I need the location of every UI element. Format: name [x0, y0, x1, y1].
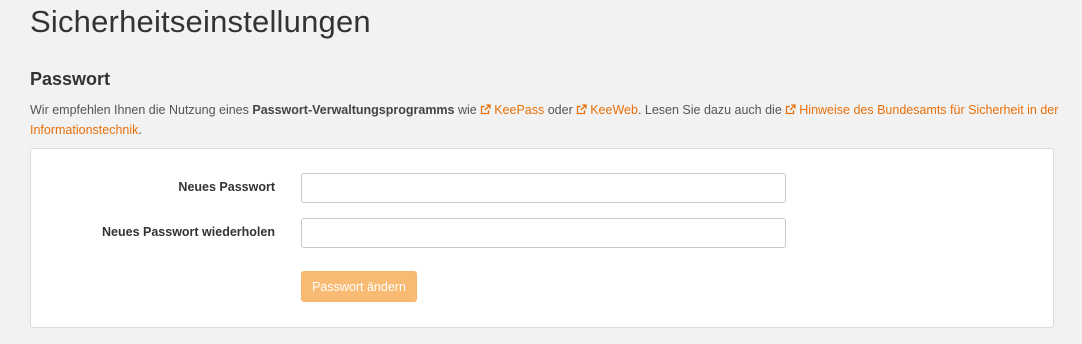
intro-text-oder: oder — [544, 103, 577, 117]
external-link-icon — [785, 104, 796, 115]
keeweb-link[interactable]: KeeWeb — [576, 103, 638, 117]
external-link-icon — [576, 104, 587, 115]
new-password-field[interactable] — [301, 173, 786, 203]
password-intro-text: Wir empfehlen Ihnen die Nutzung eines Pa… — [30, 100, 1060, 140]
new-password-row: Neues Passwort — [31, 173, 1055, 203]
intro-text-before: Wir empfehlen Ihnen die Nutzung eines — [30, 103, 253, 117]
security-settings-page: Sicherheitseinstellungen Passwort Wir em… — [0, 0, 1082, 344]
page-title: Sicherheitseinstellungen — [30, 4, 371, 39]
new-password-label: Neues Passwort — [178, 180, 275, 194]
keepass-link-label: KeePass — [494, 103, 545, 117]
keepass-link[interactable]: KeePass — [480, 103, 544, 117]
change-password-button[interactable]: Passwort ändern — [301, 271, 417, 302]
password-section-heading: Passwort — [30, 69, 111, 89]
keeweb-link-label: KeeWeb — [590, 103, 638, 117]
intro-text-end: . — [138, 123, 142, 137]
password-form-card: Neues Passwort Neues Passwort wiederhole… — [30, 148, 1054, 328]
intro-text-middle: . Lesen Sie dazu auch die — [637, 103, 786, 117]
external-link-icon — [480, 104, 491, 115]
intro-bold-text: Passwort-Verwaltungsprogramms — [252, 103, 455, 117]
repeat-password-field[interactable] — [301, 218, 786, 248]
intro-text-wie: wie — [454, 103, 481, 117]
repeat-password-row: Neues Passwort wiederholen — [31, 218, 1055, 248]
repeat-password-label: Neues Passwort wiederholen — [102, 225, 275, 239]
